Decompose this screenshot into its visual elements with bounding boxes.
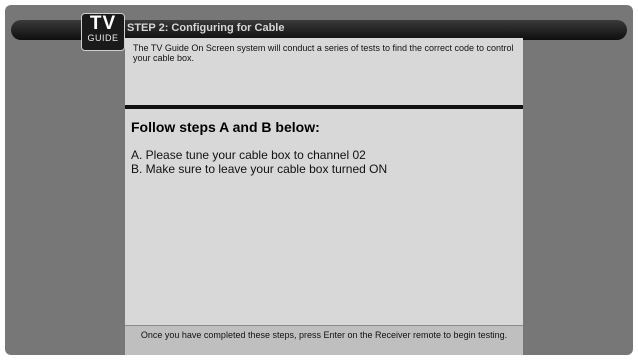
footer-instructions: Once you have completed these steps, pre… <box>125 325 523 355</box>
step-a: A. Please tune your cable box to channel… <box>131 148 366 162</box>
tv-guide-logo: TV GUIDE <box>81 13 125 51</box>
divider <box>125 105 523 109</box>
logo-guide-text: GUIDE <box>87 33 119 43</box>
intro-text: The TV Guide On Screen system will condu… <box>133 43 514 63</box>
step-list: A. Please tune your cable box to channel… <box>131 148 387 176</box>
step-b: B. Make sure to leave your cable box tur… <box>131 162 388 176</box>
section-heading: Follow steps A and B below: <box>131 119 320 135</box>
content-panel: The TV Guide On Screen system will condu… <box>125 38 523 355</box>
logo-tv-text: TV <box>89 13 117 34</box>
tv-screen: TV GUIDE STEP 2: Configuring for Cable T… <box>5 5 633 355</box>
page-title: STEP 2: Configuring for Cable <box>127 22 285 34</box>
